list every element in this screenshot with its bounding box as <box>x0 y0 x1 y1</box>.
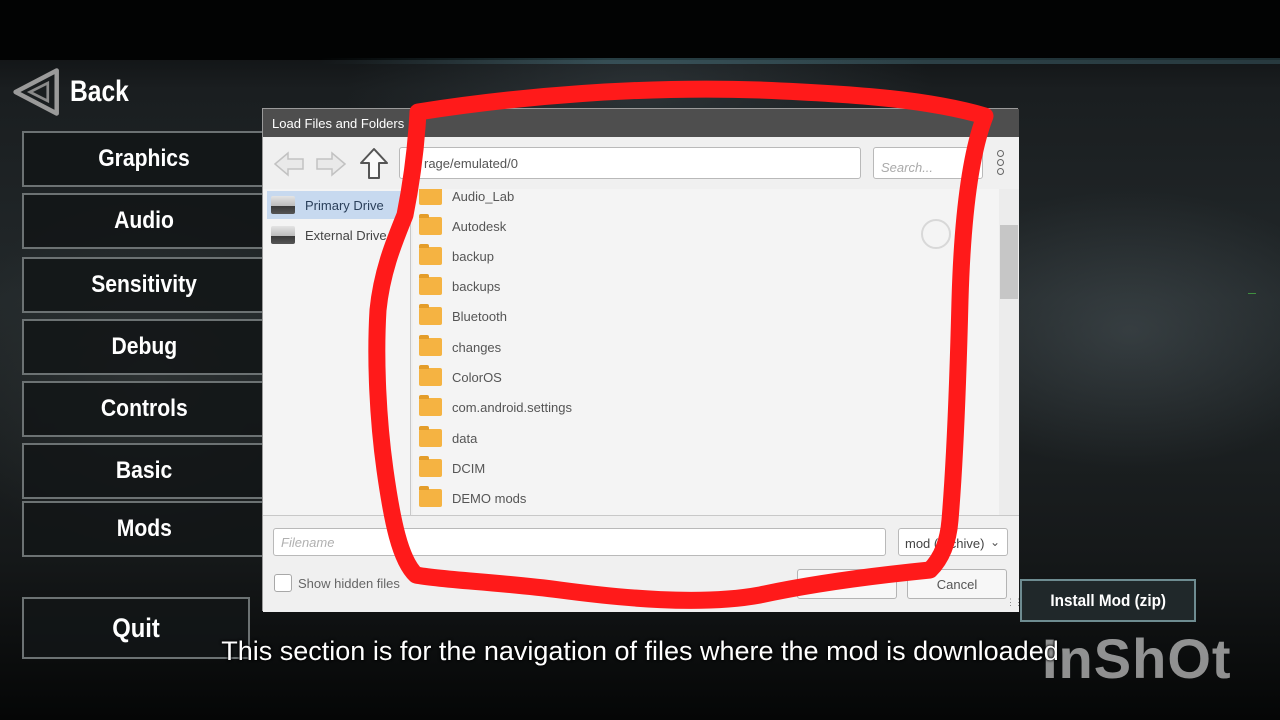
kebab-menu-icon[interactable] <box>993 150 1007 178</box>
drive-label: External Drive <box>305 227 387 243</box>
caption-text: This section is for the navigation of fi… <box>221 636 1059 666</box>
menu-basic-button[interactable]: Basic <box>22 443 266 499</box>
file-type-value: mod (archive) <box>905 536 985 551</box>
folder-icon <box>419 395 442 416</box>
list-item[interactable]: backups <box>419 273 979 299</box>
resize-grip-icon[interactable]: ⋮⋮ <box>1006 598 1023 611</box>
dialog-toolbar: rage/emulated/0 <box>263 137 1019 189</box>
menu-controls-label: Controls <box>100 395 188 422</box>
folder-icon <box>419 304 442 325</box>
menu-mods-label: Mods <box>116 515 172 542</box>
list-item[interactable]: ColorOS <box>419 364 979 390</box>
file-name: DCIM <box>452 460 486 476</box>
file-name: backups <box>452 278 501 294</box>
folder-icon <box>419 274 442 295</box>
sidebar-item-external-drive[interactable]: External Drive <box>267 221 411 249</box>
status-indicator <box>1248 293 1256 294</box>
menu-controls-button[interactable]: Controls <box>22 381 266 437</box>
file-name: DEMO mods <box>452 490 527 506</box>
file-name: Audio_Lab <box>452 189 515 204</box>
menu-audio-label: Audio <box>114 207 174 234</box>
path-field[interactable]: rage/emulated/0 <box>399 147 861 179</box>
file-name: ColorOS <box>452 369 502 385</box>
loading-spinner-icon <box>921 219 951 249</box>
list-item[interactable]: Autodesk <box>419 213 979 239</box>
list-item[interactable]: DEMO mods <box>419 485 979 511</box>
folder-icon <box>419 456 442 477</box>
file-list-scrollbar[interactable] <box>999 189 1019 515</box>
folder-icon <box>419 189 442 205</box>
list-item[interactable]: changes <box>419 334 979 360</box>
file-list: Audio_Lab Autodesk backup backups Blueto… <box>413 189 999 515</box>
search-input[interactable] <box>873 147 983 179</box>
drive-icon <box>271 226 295 244</box>
file-name: Autodesk <box>452 218 507 234</box>
dialog-title: Load Files and Folders <box>263 109 1019 137</box>
menu-graphics-button[interactable]: Graphics <box>22 131 266 187</box>
folder-icon <box>419 244 442 265</box>
file-name: changes <box>452 339 502 355</box>
file-name: Bluetooth <box>452 308 507 324</box>
menu-audio-button[interactable]: Audio <box>22 193 266 249</box>
top-band <box>0 0 1280 60</box>
file-name: com.android.settings <box>452 399 572 415</box>
arrow-up-icon[interactable] <box>358 147 390 181</box>
install-mod-button[interactable]: Install Mod (zip) <box>1020 579 1196 622</box>
install-mod-label: Install Mod (zip) <box>1050 590 1166 610</box>
confirm-button[interactable] <box>797 569 897 599</box>
back-button[interactable]: Back <box>12 62 142 122</box>
back-label: Back <box>70 75 130 108</box>
cancel-label: Cancel <box>936 576 978 592</box>
menu-mods-button[interactable]: Mods <box>22 501 266 557</box>
show-hidden-files-toggle[interactable]: Show hidden files <box>274 574 400 592</box>
sidebar-item-primary-drive[interactable]: Primary Drive <box>267 191 411 219</box>
drive-icon <box>271 196 295 214</box>
header-glow-line <box>320 58 1280 64</box>
list-item[interactable]: backup <box>419 243 979 269</box>
file-browser-dialog: Load Files and Folders rage/emulated/0 P… <box>262 108 1023 612</box>
drive-sidebar: Primary Drive External Drive <box>263 189 411 515</box>
arrow-right-icon[interactable] <box>315 149 347 179</box>
dialog-bottom-bar: mod (archive) ⌄ Show hidden files Cancel… <box>263 515 1023 612</box>
back-triangle-icon <box>13 68 59 116</box>
menu-sensitivity-label: Sensitivity <box>91 271 197 298</box>
list-item[interactable]: Bluetooth <box>419 303 979 329</box>
filename-input[interactable] <box>273 528 886 556</box>
folder-icon <box>419 365 442 386</box>
checkbox[interactable] <box>274 574 292 592</box>
show-hidden-label: Show hidden files <box>298 575 400 591</box>
chevron-down-icon: ⌄ <box>989 535 1000 549</box>
folder-icon <box>419 335 442 356</box>
scrollbar-thumb[interactable] <box>1000 225 1018 299</box>
file-type-select[interactable]: mod (archive) ⌄ <box>898 528 1008 556</box>
file-name: backup <box>452 248 494 264</box>
list-item[interactable]: DCIM <box>419 455 979 481</box>
list-item[interactable]: Audio_Lab <box>419 189 979 209</box>
arrow-left-icon[interactable] <box>273 149 305 179</box>
cancel-button[interactable]: Cancel <box>907 569 1007 599</box>
menu-debug-button[interactable]: Debug <box>22 319 266 375</box>
list-item[interactable]: com.android.settings <box>419 394 979 420</box>
folder-icon <box>419 214 442 235</box>
folder-icon <box>419 486 442 507</box>
folder-icon <box>419 426 442 447</box>
video-caption: This section is for the navigation of fi… <box>0 636 1280 667</box>
file-name: data <box>452 430 478 446</box>
menu-basic-label: Basic <box>115 457 173 484</box>
drive-label: Primary Drive <box>305 197 384 213</box>
menu-debug-label: Debug <box>111 333 177 360</box>
menu-sensitivity-button[interactable]: Sensitivity <box>22 257 266 313</box>
list-item[interactable]: data <box>419 425 979 451</box>
menu-graphics-label: Graphics <box>98 145 190 172</box>
